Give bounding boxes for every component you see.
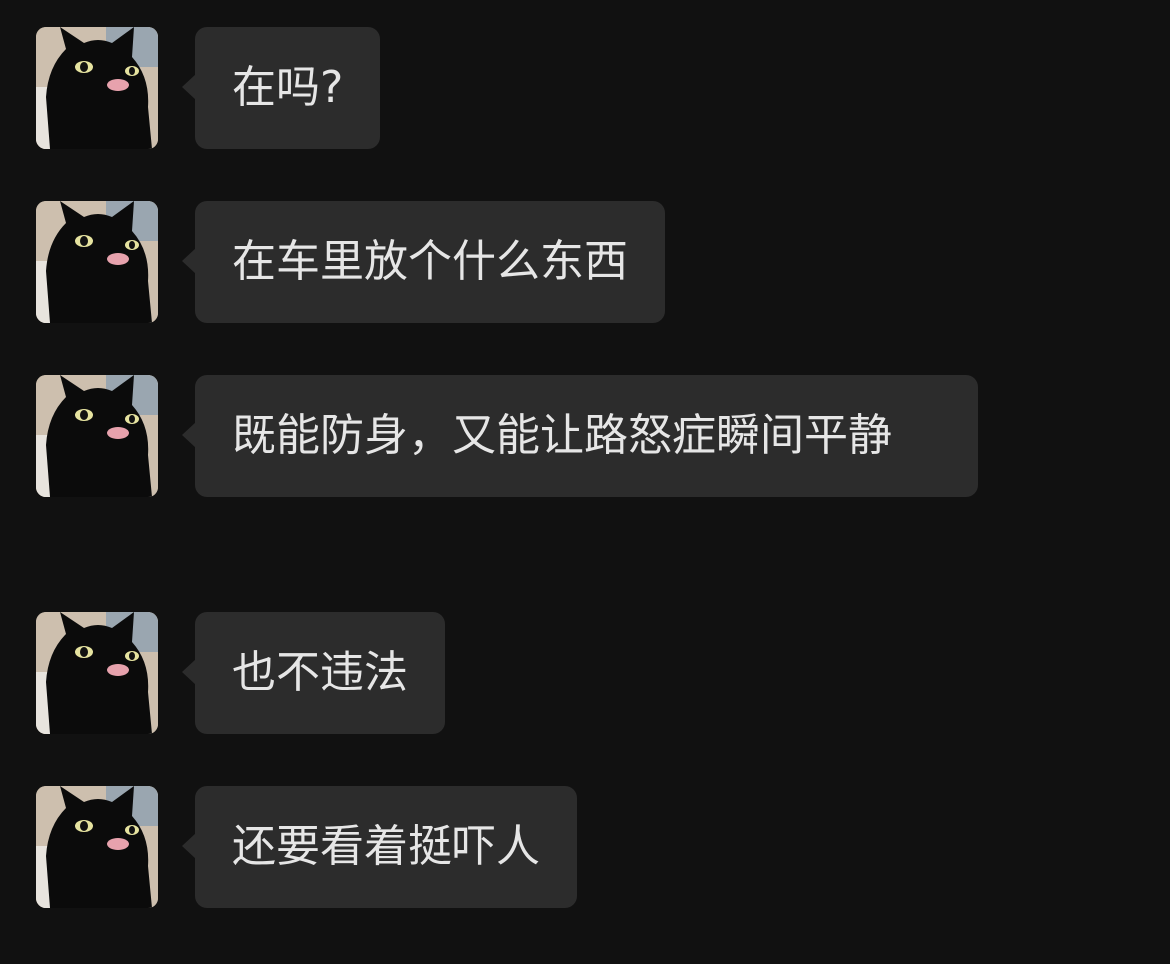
message-bubble[interactable]: 在吗? bbox=[181, 27, 381, 149]
cat-avatar-image bbox=[36, 27, 158, 149]
black-cat-avatar[interactable] bbox=[36, 201, 158, 323]
message-bubble[interactable]: 还要看着挺吓人 bbox=[182, 786, 577, 908]
message-bubble[interactable]: 也不违法 bbox=[182, 612, 445, 734]
message-bubble[interactable]: 在车里放个什么东西 bbox=[182, 201, 665, 323]
cat-avatar-image bbox=[36, 786, 158, 908]
cat-avatar-image bbox=[36, 375, 158, 497]
black-cat-avatar[interactable] bbox=[36, 27, 158, 149]
black-cat-avatar[interactable] bbox=[36, 786, 158, 908]
black-cat-avatar[interactable] bbox=[36, 375, 158, 497]
message-bubble[interactable]: 既能防身，又能让路怒症瞬间平静 bbox=[182, 375, 978, 497]
chat-window: 在吗? 在车里放个什么东西 既能防身，又能让路怒症瞬间平静 也不违法 还要看着挺… bbox=[0, 0, 1170, 964]
black-cat-avatar[interactable] bbox=[36, 612, 158, 734]
cat-avatar-image bbox=[36, 612, 158, 734]
cat-avatar-image bbox=[36, 201, 158, 323]
